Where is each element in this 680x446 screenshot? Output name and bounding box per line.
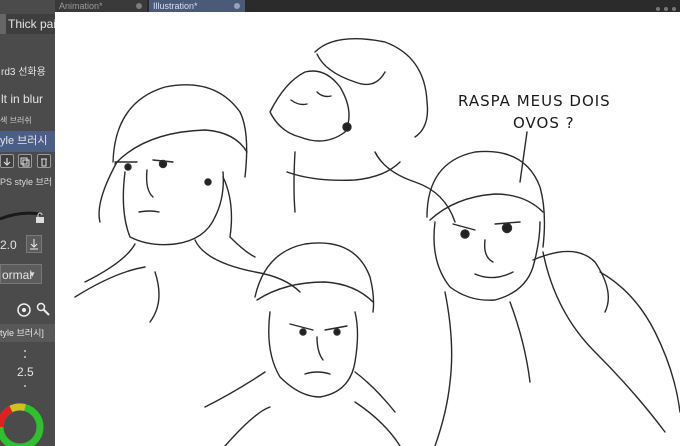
divider-dot xyxy=(24,350,26,352)
target-icon[interactable] xyxy=(17,303,31,317)
brush-item-label: yle 브러시 xyxy=(0,135,48,147)
brush-item-color[interactable]: 색 브러쉬 xyxy=(0,114,55,128)
sketch-figure-left xyxy=(74,84,301,323)
color-wheel[interactable] xyxy=(0,402,45,446)
brush-item-label: 색 브러쉬 xyxy=(0,116,32,125)
brush-style-text: tyle 브러시] xyxy=(0,328,44,338)
tab-illustration-label: Illustration* xyxy=(153,1,198,11)
opacity-value[interactable]: 2.5 xyxy=(17,363,47,381)
lock-icon[interactable] xyxy=(34,212,46,224)
document-tab-bar: Animation* Illustration* xyxy=(0,0,680,12)
brush-item-line-art[interactable]: rd3 선화용 xyxy=(0,64,55,82)
tab-animation-label: Animation* xyxy=(59,1,103,11)
brush-item-label: Thick pai xyxy=(8,17,55,31)
sketch-figure-right xyxy=(426,131,680,446)
brush-name-text: PS style 브러 xyxy=(0,177,53,187)
divider-dot xyxy=(24,356,26,358)
close-tab-icon[interactable] xyxy=(234,3,240,9)
blend-mode-value: ormal xyxy=(2,268,33,282)
sketch-figure-top xyxy=(269,37,456,223)
sketch-drawing xyxy=(74,37,680,446)
chevron-down-icon[interactable]: ▾ xyxy=(30,264,40,284)
brush-item-label: rd3 선화용 xyxy=(1,67,46,78)
size-settings-icon[interactable] xyxy=(26,235,42,253)
speech-text-line2: OVOS ? xyxy=(513,114,575,132)
brush-item-blur[interactable]: lt in blur xyxy=(0,89,55,109)
brush-item-label: lt in blur xyxy=(1,92,44,106)
brush-tool-panel: Thick pai rd3 선화용 lt in blur 색 브러쉬 yle 브… xyxy=(0,0,55,446)
copy-icon[interactable] xyxy=(18,154,32,168)
download-icon[interactable] xyxy=(0,154,14,168)
divider-dot xyxy=(24,385,26,387)
more-options-icon[interactable] xyxy=(654,1,680,11)
close-tab-icon[interactable] xyxy=(136,3,142,9)
brush-item-style-selected[interactable]: yle 브러시 xyxy=(0,131,55,152)
trash-icon[interactable] xyxy=(37,154,51,168)
tab-illustration[interactable]: Illustration* xyxy=(149,0,245,12)
brush-name-label: PS style 브러 xyxy=(0,172,55,192)
tab-animation[interactable]: Animation* xyxy=(55,0,147,12)
brush-style-label: tyle 브러시] xyxy=(0,324,55,342)
brush-icon xyxy=(0,14,6,34)
brush-item-thick-paint[interactable]: Thick pai xyxy=(0,14,55,34)
speech-text-line1: RASPA MEUS DOIS xyxy=(458,92,611,110)
sketch-figure-bottom xyxy=(204,242,401,446)
drawing-canvas[interactable]: RASPA MEUS DOIS OVOS ? xyxy=(55,12,680,446)
wrench-icon[interactable] xyxy=(36,302,51,317)
